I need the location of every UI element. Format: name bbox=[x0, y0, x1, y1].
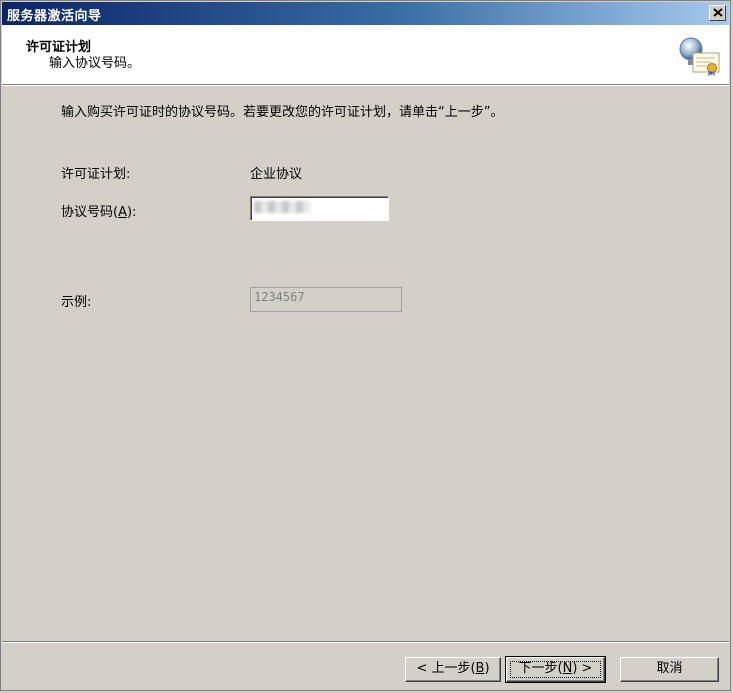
footer-separator bbox=[2, 641, 729, 642]
back-button[interactable]: < 上一步(B) bbox=[405, 657, 501, 682]
plan-value: 企业协议 bbox=[250, 167, 303, 182]
example-field: 1234567 bbox=[250, 287, 402, 312]
example-label: 示例: bbox=[61, 295, 92, 310]
certificate-icon bbox=[679, 37, 720, 76]
focus-rectangle bbox=[510, 661, 601, 678]
header-subtitle: 输入协议号码。 bbox=[49, 56, 141, 71]
plan-label: 许可证计划: bbox=[61, 167, 131, 182]
instruction-text: 输入购买许可证时的协议号码。若要更改您的许可证计划，请单击“上一步”。 bbox=[61, 105, 504, 120]
close-icon bbox=[713, 8, 723, 17]
title-bar[interactable]: 服务器激活向导 bbox=[2, 2, 729, 25]
agreement-number-input[interactable] bbox=[250, 196, 389, 221]
wizard-window: 服务器激活向导 许可证计划 输入协议号码。 输入购买许可证时的协议号码。若要更改… bbox=[0, 0, 731, 691]
agreement-label: 协议号码(A): bbox=[61, 205, 137, 220]
close-button[interactable] bbox=[709, 5, 726, 21]
redacted-value bbox=[254, 201, 310, 213]
window-title: 服务器激活向导 bbox=[7, 9, 102, 24]
wizard-header: 许可证计划 输入协议号码。 bbox=[2, 25, 729, 85]
header-separator bbox=[2, 85, 729, 86]
next-button[interactable]: 下一步(N) > bbox=[505, 656, 606, 683]
cancel-button[interactable]: 取消 bbox=[620, 657, 719, 682]
